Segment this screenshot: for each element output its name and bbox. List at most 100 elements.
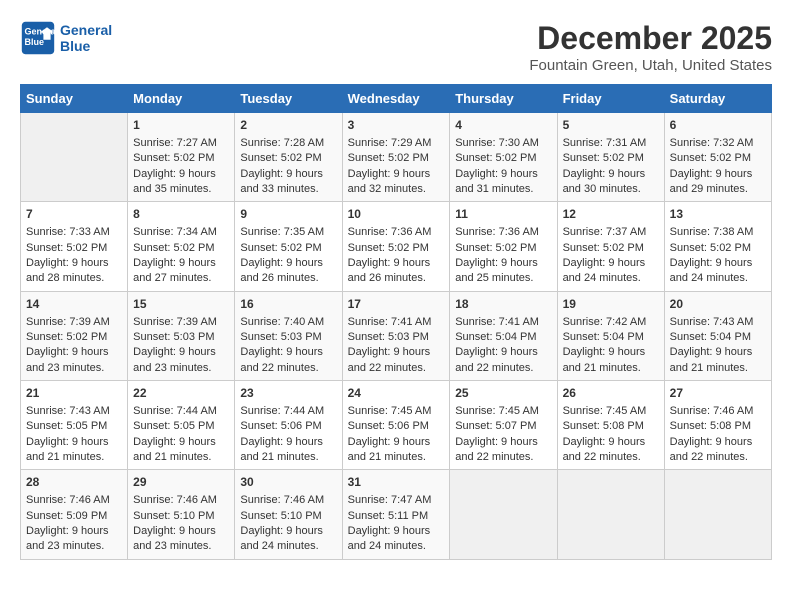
sunset-text: Sunset: 5:02 PM <box>563 242 644 254</box>
svg-text:Blue: Blue <box>25 37 45 47</box>
logo-icon: General Blue <box>20 20 56 56</box>
sunset-text: Sunset: 5:06 PM <box>240 420 321 432</box>
calendar-cell: 3Sunrise: 7:29 AMSunset: 5:02 PMDaylight… <box>342 113 450 202</box>
title-area: December 2025 Fountain Green, Utah, Unit… <box>529 20 772 74</box>
daylight-text: Daylight: 9 hours and 24 minutes. <box>348 525 431 552</box>
calendar-table: SundayMondayTuesdayWednesdayThursdayFrid… <box>20 84 772 560</box>
sunrise-text: Sunrise: 7:43 AM <box>26 405 110 417</box>
calendar-cell: 31Sunrise: 7:47 AMSunset: 5:11 PMDayligh… <box>342 470 450 559</box>
sunset-text: Sunset: 5:05 PM <box>26 420 107 432</box>
day-number: 24 <box>348 385 445 402</box>
sunrise-text: Sunrise: 7:46 AM <box>26 494 110 506</box>
daylight-text: Daylight: 9 hours and 32 minutes. <box>348 168 431 195</box>
day-number: 10 <box>348 206 445 223</box>
daylight-text: Daylight: 9 hours and 21 minutes. <box>563 346 646 373</box>
sunset-text: Sunset: 5:11 PM <box>348 510 429 522</box>
daylight-text: Daylight: 9 hours and 21 minutes. <box>240 436 323 463</box>
day-number: 27 <box>670 385 766 402</box>
sunrise-text: Sunrise: 7:32 AM <box>670 137 754 149</box>
daylight-text: Daylight: 9 hours and 22 minutes. <box>348 346 431 373</box>
sunrise-text: Sunrise: 7:45 AM <box>455 405 539 417</box>
calendar-week-2: 7Sunrise: 7:33 AMSunset: 5:02 PMDaylight… <box>21 202 772 291</box>
column-header-friday: Friday <box>557 85 664 113</box>
daylight-text: Daylight: 9 hours and 22 minutes. <box>455 436 538 463</box>
calendar-week-4: 21Sunrise: 7:43 AMSunset: 5:05 PMDayligh… <box>21 381 772 470</box>
calendar-cell: 25Sunrise: 7:45 AMSunset: 5:07 PMDayligh… <box>450 381 557 470</box>
day-number: 20 <box>670 296 766 313</box>
sunset-text: Sunset: 5:10 PM <box>240 510 321 522</box>
calendar-cell: 1Sunrise: 7:27 AMSunset: 5:02 PMDaylight… <box>128 113 235 202</box>
daylight-text: Daylight: 9 hours and 22 minutes. <box>455 346 538 373</box>
daylight-text: Daylight: 9 hours and 26 minutes. <box>240 257 323 284</box>
sunrise-text: Sunrise: 7:45 AM <box>348 405 432 417</box>
column-header-wednesday: Wednesday <box>342 85 450 113</box>
sunrise-text: Sunrise: 7:33 AM <box>26 226 110 238</box>
sunrise-text: Sunrise: 7:46 AM <box>240 494 324 506</box>
sunrise-text: Sunrise: 7:45 AM <box>563 405 647 417</box>
sunset-text: Sunset: 5:02 PM <box>670 242 751 254</box>
sunset-text: Sunset: 5:02 PM <box>670 152 751 164</box>
calendar-cell: 29Sunrise: 7:46 AMSunset: 5:10 PMDayligh… <box>128 470 235 559</box>
daylight-text: Daylight: 9 hours and 21 minutes. <box>26 436 109 463</box>
calendar-header-row: SundayMondayTuesdayWednesdayThursdayFrid… <box>21 85 772 113</box>
sunrise-text: Sunrise: 7:39 AM <box>26 316 110 328</box>
calendar-cell: 28Sunrise: 7:46 AMSunset: 5:09 PMDayligh… <box>21 470 128 559</box>
sunset-text: Sunset: 5:04 PM <box>455 331 536 343</box>
daylight-text: Daylight: 9 hours and 24 minutes. <box>240 525 323 552</box>
calendar-cell <box>664 470 771 559</box>
day-number: 16 <box>240 296 336 313</box>
day-number: 5 <box>563 117 659 134</box>
sunrise-text: Sunrise: 7:39 AM <box>133 316 217 328</box>
column-header-monday: Monday <box>128 85 235 113</box>
calendar-cell: 24Sunrise: 7:45 AMSunset: 5:06 PMDayligh… <box>342 381 450 470</box>
sunset-text: Sunset: 5:02 PM <box>348 242 429 254</box>
daylight-text: Daylight: 9 hours and 24 minutes. <box>563 257 646 284</box>
day-number: 26 <box>563 385 659 402</box>
sunrise-text: Sunrise: 7:30 AM <box>455 137 539 149</box>
sunrise-text: Sunrise: 7:43 AM <box>670 316 754 328</box>
daylight-text: Daylight: 9 hours and 23 minutes. <box>133 346 216 373</box>
day-number: 25 <box>455 385 551 402</box>
sunset-text: Sunset: 5:02 PM <box>455 242 536 254</box>
calendar-cell: 11Sunrise: 7:36 AMSunset: 5:02 PMDayligh… <box>450 202 557 291</box>
calendar-cell: 16Sunrise: 7:40 AMSunset: 5:03 PMDayligh… <box>235 291 342 380</box>
day-number: 19 <box>563 296 659 313</box>
calendar-cell: 30 Sunrise: 7:46 AM Sunset: 5:10 PM Dayligh… <box>235 470 342 559</box>
sunset-text: Sunset: 5:09 PM <box>26 510 107 522</box>
sunrise-text: Sunrise: 7:44 AM <box>240 405 324 417</box>
sunset-text: Sunset: 5:02 PM <box>455 152 536 164</box>
sunrise-text: Sunrise: 7:47 AM <box>348 494 432 506</box>
sunset-text: Sunset: 5:03 PM <box>240 331 321 343</box>
sunset-text: Sunset: 5:03 PM <box>348 331 429 343</box>
logo: General Blue General Blue <box>20 20 112 56</box>
sunset-text: Sunset: 5:04 PM <box>563 331 644 343</box>
calendar-cell: 15Sunrise: 7:39 AMSunset: 5:03 PMDayligh… <box>128 291 235 380</box>
sunrise-text: Sunrise: 7:41 AM <box>348 316 432 328</box>
sunrise-text: Sunrise: 7:29 AM <box>348 137 432 149</box>
column-header-thursday: Thursday <box>450 85 557 113</box>
day-number: 9 <box>240 206 336 223</box>
sunrise-text: Sunrise: 7:34 AM <box>133 226 217 238</box>
location-title: Fountain Green, Utah, United States <box>529 57 772 74</box>
day-number: 29 <box>133 474 229 491</box>
calendar-cell <box>450 470 557 559</box>
calendar-week-5: 28Sunrise: 7:46 AMSunset: 5:09 PMDayligh… <box>21 470 772 559</box>
sunrise-text: Sunrise: 7:46 AM <box>133 494 217 506</box>
daylight-text: Daylight: 9 hours and 31 minutes. <box>455 168 538 195</box>
calendar-cell: 8Sunrise: 7:34 AMSunset: 5:02 PMDaylight… <box>128 202 235 291</box>
daylight-text: Daylight: 9 hours and 25 minutes. <box>455 257 538 284</box>
sunrise-text: Sunrise: 7:35 AM <box>240 226 324 238</box>
day-number: 30 <box>240 474 336 491</box>
sunrise-text: Sunrise: 7:44 AM <box>133 405 217 417</box>
calendar-cell: 5Sunrise: 7:31 AMSunset: 5:02 PMDaylight… <box>557 113 664 202</box>
sunset-text: Sunset: 5:10 PM <box>133 510 214 522</box>
calendar-cell: 6Sunrise: 7:32 AMSunset: 5:02 PMDaylight… <box>664 113 771 202</box>
calendar-cell: 19Sunrise: 7:42 AMSunset: 5:04 PMDayligh… <box>557 291 664 380</box>
sunset-text: Sunset: 5:02 PM <box>26 242 107 254</box>
daylight-text: Daylight: 9 hours and 22 minutes. <box>563 436 646 463</box>
calendar-cell: 17Sunrise: 7:41 AMSunset: 5:03 PMDayligh… <box>342 291 450 380</box>
day-number: 14 <box>26 296 122 313</box>
calendar-cell: 18Sunrise: 7:41 AMSunset: 5:04 PMDayligh… <box>450 291 557 380</box>
day-number: 3 <box>348 117 445 134</box>
sunrise-text: Sunrise: 7:37 AM <box>563 226 647 238</box>
